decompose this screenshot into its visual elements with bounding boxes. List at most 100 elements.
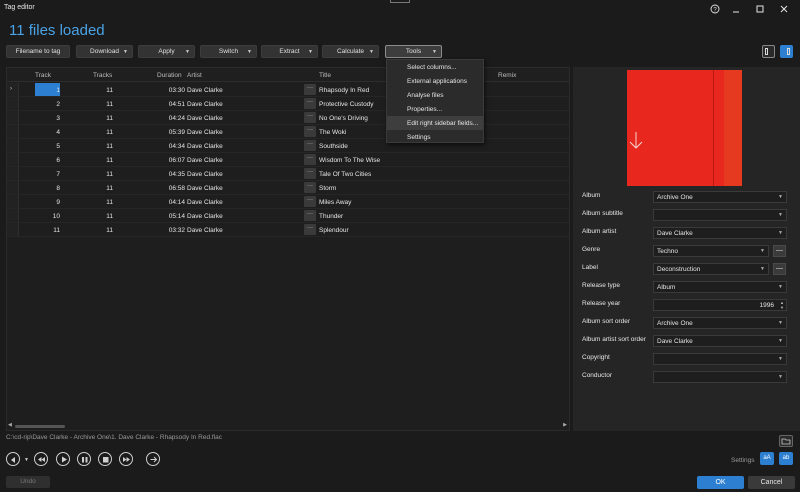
filename-to-tag-button[interactable]: Filename to tag	[6, 45, 70, 58]
cancel-button[interactable]: Cancel	[748, 476, 795, 489]
cell-title[interactable]: Thunder	[319, 213, 343, 220]
cell-tracks[interactable]: 11	[93, 157, 113, 164]
cell-tracks[interactable]: 11	[93, 227, 113, 234]
table-row[interactable]: 10 11 05:14 Dave Clarke ··· Thunder	[7, 209, 569, 223]
row-header[interactable]	[7, 153, 19, 166]
column-header-remix[interactable]: Remix	[498, 72, 516, 79]
help-icon[interactable]: ?	[707, 2, 723, 16]
cell-track[interactable]: 1	[35, 87, 60, 94]
cell-track[interactable]: 11	[35, 227, 60, 234]
right-sidebar-toggle-icon[interactable]	[780, 45, 793, 58]
cell-title[interactable]: The Woki	[319, 129, 346, 136]
field-input[interactable]: ▼	[653, 371, 787, 383]
chevron-down-icon[interactable]: ▼	[778, 320, 783, 326]
chevron-down-icon[interactable]: ▼	[760, 266, 765, 272]
menu-item-edit-right-sidebar-fields[interactable]: Edit right sidebar fields...	[387, 116, 483, 130]
cell-artist[interactable]: Dave Clarke	[187, 213, 223, 220]
cell-edit-button[interactable]: ···	[304, 98, 316, 109]
extract-button[interactable]: Extract ▼	[261, 45, 318, 58]
field-input[interactable]: ▼	[653, 353, 787, 365]
cell-artist[interactable]: Dave Clarke	[187, 157, 223, 164]
table-row[interactable]: 8 11 06:58 Dave Clarke ··· Storm	[7, 181, 569, 195]
cell-edit-button[interactable]: ···	[304, 224, 316, 235]
field-input[interactable]: Techno ▼	[653, 245, 769, 257]
cell-tracks[interactable]: 11	[93, 199, 113, 206]
next-file-icon[interactable]	[146, 452, 160, 466]
row-header[interactable]	[7, 125, 19, 138]
settings-label[interactable]: Settings	[731, 457, 755, 464]
tools-button[interactable]: Tools ▼	[385, 45, 442, 58]
column-header-duration[interactable]: Duration	[157, 72, 182, 79]
cell-edit-button[interactable]: ···	[304, 154, 316, 165]
undo-button[interactable]: Undo	[6, 476, 50, 488]
row-header[interactable]	[7, 167, 19, 180]
cell-tracks[interactable]: 11	[93, 115, 113, 122]
cell-title[interactable]: Miles Away	[319, 199, 351, 206]
cell-edit-button[interactable]: ···	[304, 210, 316, 221]
cell-tracks[interactable]: 11	[93, 129, 113, 136]
horizontal-scrollbar[interactable]: ◀ ▶	[7, 422, 569, 430]
scroll-left-icon[interactable]: ◀	[8, 422, 12, 428]
column-header-artist[interactable]: Artist	[187, 72, 202, 79]
cell-tracks[interactable]: 11	[93, 101, 113, 108]
album-cover-image[interactable]	[627, 70, 742, 186]
calculate-button[interactable]: Calculate ▼	[322, 45, 379, 58]
cell-duration[interactable]: 03:32	[157, 227, 185, 234]
maximize-icon[interactable]	[752, 2, 768, 16]
menu-item-select-columns[interactable]: Select columns...	[387, 60, 483, 74]
rewind-icon[interactable]	[34, 452, 48, 466]
cell-title[interactable]: No One's Driving	[319, 115, 368, 122]
cell-duration[interactable]: 04:14	[157, 199, 185, 206]
table-row[interactable]: 4 11 05:39 Dave Clarke ··· The Woki	[7, 125, 569, 139]
cell-artist[interactable]: Dave Clarke	[187, 185, 223, 192]
table-row[interactable]: 2 11 04:51 Dave Clarke ··· Protective Custody	[7, 97, 569, 111]
cell-tracks[interactable]: 11	[93, 171, 113, 178]
switch-button[interactable]: Switch ▼	[200, 45, 257, 58]
cell-duration[interactable]: 04:34	[157, 143, 185, 150]
chevron-down-icon[interactable]: ▼	[760, 248, 765, 254]
row-header[interactable]	[7, 223, 19, 236]
cell-artist[interactable]: Dave Clarke	[187, 87, 223, 94]
cell-track[interactable]: 7	[35, 171, 60, 178]
stop-icon[interactable]	[98, 452, 112, 466]
field-input[interactable]: 1996 ▲ ▼	[653, 299, 787, 311]
field-input[interactable]: Deconstruction ▼	[653, 263, 769, 275]
chevron-down-icon[interactable]: ▼	[778, 194, 783, 200]
cell-tracks[interactable]: 11	[93, 213, 113, 220]
cell-title[interactable]: Rhapsody In Red	[319, 87, 369, 94]
cell-duration[interactable]: 04:51	[157, 101, 185, 108]
cell-title[interactable]: Protective Custody	[319, 101, 374, 108]
cell-artist[interactable]: Dave Clarke	[187, 143, 223, 150]
cell-artist[interactable]: Dave Clarke	[187, 101, 223, 108]
chevron-down-icon[interactable]: ▼	[778, 284, 783, 290]
pause-icon[interactable]	[77, 452, 91, 466]
chevron-down-icon[interactable]: ▼	[778, 374, 783, 380]
cell-edit-button[interactable]: ···	[304, 196, 316, 207]
cell-artist[interactable]: Dave Clarke	[187, 199, 223, 206]
cell-duration[interactable]: 06:58	[157, 185, 185, 192]
cell-duration[interactable]: 06:07	[157, 157, 185, 164]
volume-icon[interactable]	[6, 452, 20, 466]
cell-title[interactable]: Wisdom To The Wise	[319, 157, 380, 164]
scroll-right-icon[interactable]: ▶	[563, 422, 567, 428]
field-input[interactable]: Dave Clarke ▼	[653, 227, 787, 239]
cell-artist[interactable]: Dave Clarke	[187, 129, 223, 136]
chevron-down-icon[interactable]: ▼	[778, 356, 783, 362]
cell-artist[interactable]: Dave Clarke	[187, 171, 223, 178]
cell-track[interactable]: 10	[35, 213, 60, 220]
remove-value-button[interactable]: —	[773, 263, 786, 275]
cell-tracks[interactable]: 11	[93, 185, 113, 192]
minimize-icon[interactable]	[728, 2, 744, 16]
table-row[interactable]: › 1 11 03:30 Dave Clarke ··· Rhapsody In Red	[7, 83, 569, 97]
text-replace-button[interactable]: ab	[779, 452, 793, 465]
field-input[interactable]: Dave Clarke ▼	[653, 335, 787, 347]
cell-tracks[interactable]: 11	[93, 87, 113, 94]
cell-edit-button[interactable]: ···	[304, 84, 316, 95]
fast-forward-icon[interactable]	[119, 452, 133, 466]
ok-button[interactable]: OK	[697, 476, 744, 489]
row-header[interactable]	[7, 195, 19, 208]
cell-duration[interactable]: 05:14	[157, 213, 185, 220]
cell-artist[interactable]: Dave Clarke	[187, 227, 223, 234]
column-header-track[interactable]: Track	[35, 72, 51, 79]
row-header[interactable]	[7, 111, 19, 124]
